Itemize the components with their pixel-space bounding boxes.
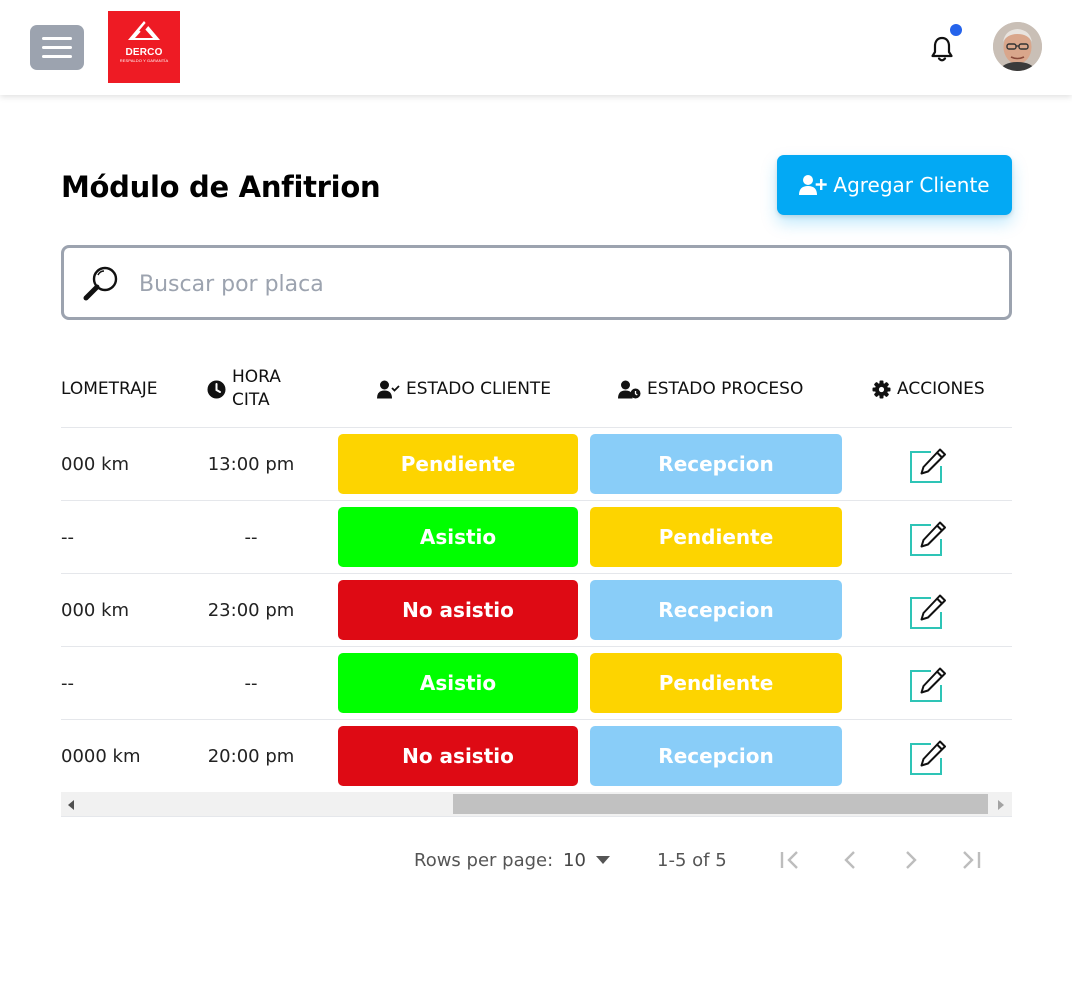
search-icon [83, 266, 118, 301]
column-header-hora-cita[interactable]: HORA CITA [207, 350, 297, 428]
rows-per-page-select[interactable]: 10 [563, 845, 615, 875]
estado-proceso-badge[interactable]: Recepcion [590, 726, 842, 786]
cell-kilometraje: -- [61, 673, 74, 694]
cell-hora-cita: 13:00 pm [207, 454, 295, 475]
user-check-icon [377, 380, 400, 398]
cell-hora-cita: -- [244, 673, 258, 694]
edit-icon[interactable] [909, 667, 947, 703]
cell-kilometraje: 000 km [61, 600, 130, 621]
column-header-estado-proceso[interactable]: ESTADO PROCESO [618, 350, 808, 428]
cell-kilometraje: 000 km [61, 454, 130, 475]
cell-hora-cita: 20:00 pm [207, 746, 295, 767]
cell-hora-cita: -- [244, 527, 258, 548]
user-clock-icon [618, 380, 641, 398]
clients-table: LOMETRAJE HORA CITA ESTADO CLIENTE ESTAD… [61, 350, 1012, 818]
user-plus-icon [799, 175, 828, 195]
gear-icon [872, 380, 891, 398]
user-avatar[interactable] [993, 22, 1042, 71]
derco-emblem-icon [128, 21, 160, 40]
table-row: -- -- Asistio Pendiente [61, 501, 1012, 574]
cell-kilometraje: -- [61, 527, 74, 548]
estado-proceso-badge[interactable]: Pendiente [590, 653, 842, 713]
bell-icon[interactable] [928, 34, 956, 64]
estado-proceso-badge[interactable]: Recepcion [590, 434, 842, 494]
scroll-right-arrow-icon[interactable] [998, 800, 1004, 810]
edit-icon[interactable] [909, 740, 947, 776]
column-header-estado-cliente[interactable]: ESTADO CLIENTE [377, 350, 557, 428]
estado-proceso-badge[interactable]: Recepcion [590, 580, 842, 640]
table-row: 000 km 13:00 pm Pendiente Recepcion [61, 428, 1012, 501]
edit-icon[interactable] [909, 448, 947, 484]
logo-name: DERCO [125, 47, 163, 58]
scroll-left-arrow-icon[interactable] [68, 800, 74, 810]
pagination-range: 1-5 of 5 [657, 849, 727, 871]
derco-logo[interactable]: DERCO RESPALDO Y GARANTÍA [108, 11, 180, 83]
top-app-bar: DERCO RESPALDO Y GARANTÍA [0, 0, 1072, 95]
add-client-label: Agregar Cliente [833, 173, 990, 197]
edit-icon[interactable] [909, 521, 947, 557]
search-input[interactable] [139, 266, 939, 302]
first-page-icon[interactable] [778, 846, 804, 874]
column-header-acciones[interactable]: ACCIONES [872, 350, 1002, 428]
estado-cliente-badge[interactable]: No asistio [338, 580, 578, 640]
menu-button[interactable] [30, 25, 84, 70]
table-header: LOMETRAJE HORA CITA ESTADO CLIENTE ESTAD… [61, 350, 1012, 428]
hamburger-icon [42, 37, 72, 40]
last-page-icon[interactable] [958, 846, 984, 874]
column-header-kilometraje[interactable]: LOMETRAJE [61, 350, 171, 428]
dropdown-arrow-icon [595, 856, 610, 864]
logo-tagline: RESPALDO Y GARANTÍA [119, 58, 169, 63]
clock-icon [207, 380, 226, 398]
rows-per-page-label: Rows per page: [414, 849, 554, 871]
avatar-photo [993, 22, 1042, 71]
page-title: Módulo de Anfitrion [61, 170, 381, 204]
estado-cliente-badge[interactable]: Asistio [338, 507, 578, 567]
scrollbar-thumb[interactable] [453, 794, 988, 814]
table-row: 0000 km 20:00 pm No asistio Recepcion [61, 720, 1012, 793]
table-row: -- -- Asistio Pendiente [61, 647, 1012, 720]
previous-page-icon[interactable] [838, 846, 864, 874]
notification-dot [950, 24, 962, 36]
estado-proceso-badge[interactable]: Pendiente [590, 507, 842, 567]
estado-cliente-badge[interactable]: Pendiente [338, 434, 578, 494]
next-page-icon[interactable] [898, 846, 924, 874]
estado-cliente-badge[interactable]: Asistio [338, 653, 578, 713]
cell-hora-cita: 23:00 pm [207, 600, 295, 621]
cell-kilometraje: 0000 km [61, 746, 141, 767]
estado-cliente-badge[interactable]: No asistio [338, 726, 578, 786]
edit-icon[interactable] [909, 594, 947, 630]
search-box [61, 245, 1012, 320]
add-client-button[interactable]: Agregar Cliente [777, 155, 1012, 215]
horizontal-scrollbar[interactable] [61, 792, 1012, 817]
table-row: 000 km 23:00 pm No asistio Recepcion [61, 574, 1012, 647]
